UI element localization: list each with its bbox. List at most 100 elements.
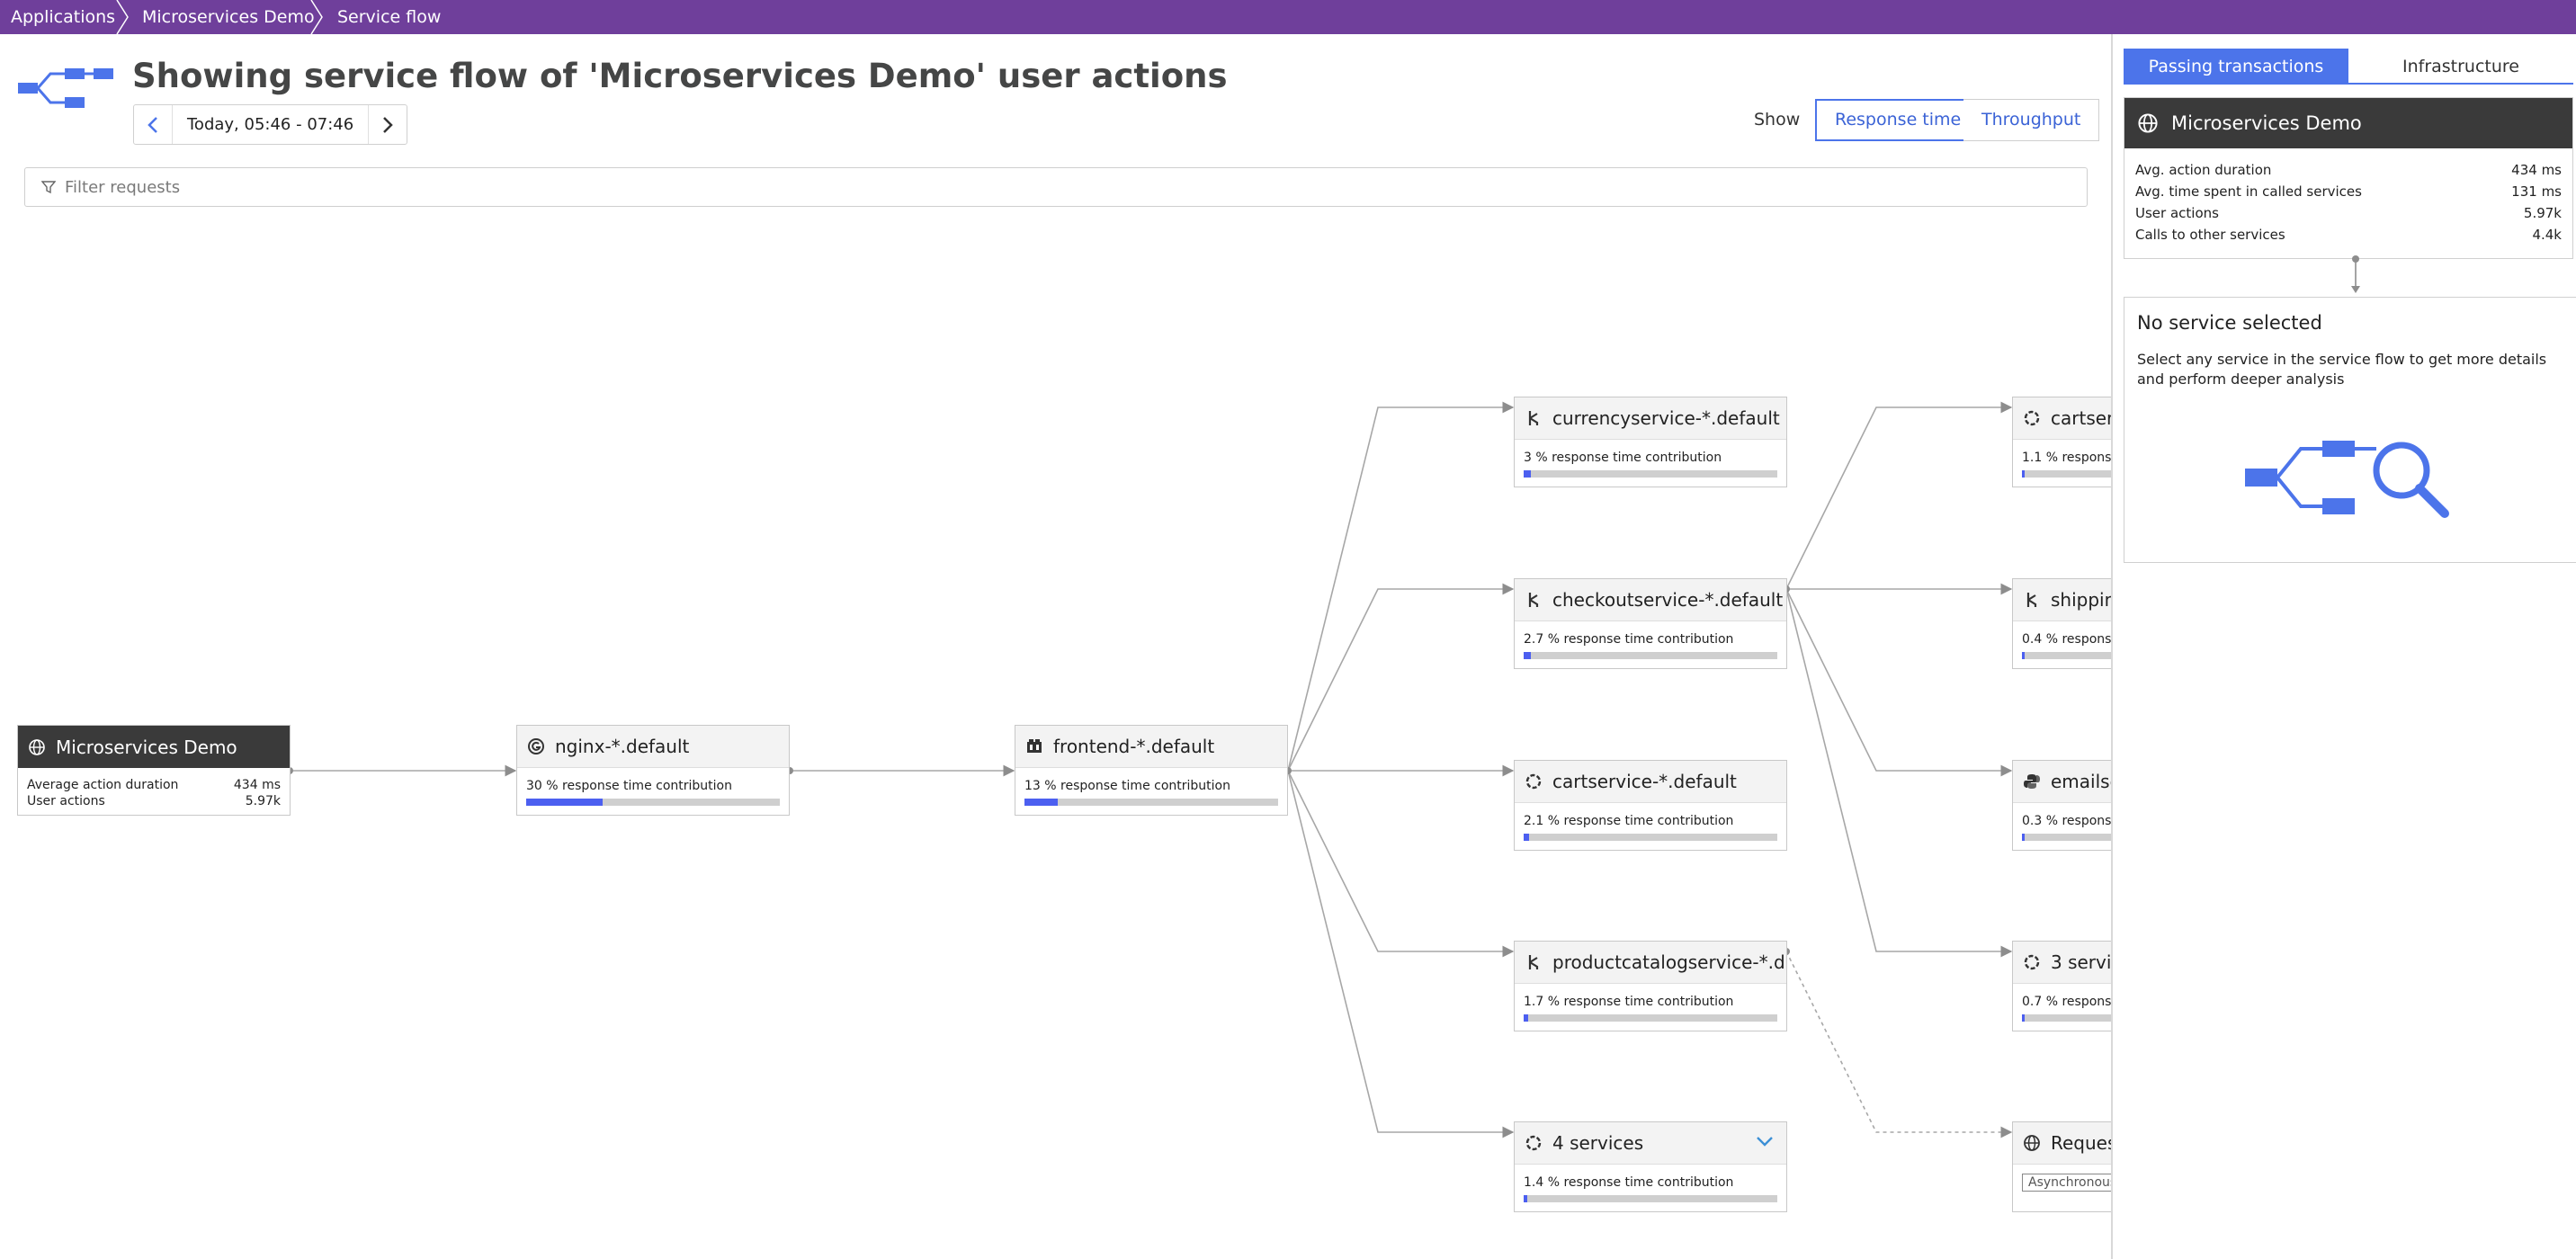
- service-node-emailservice[interactable]: emailser 0.3 % response time contributio…: [2012, 760, 2111, 851]
- contribution-bar-fill: [1524, 834, 1529, 841]
- node-title: nginx-*.default: [555, 736, 690, 757]
- chevron-separator-icon: [116, 0, 129, 34]
- contribution-bar: [2022, 1014, 2111, 1022]
- node-title: cartservice-*.default: [1552, 771, 1737, 792]
- service-search-illustration-icon: [2245, 441, 2449, 518]
- contribution-bar-fill: [1524, 1195, 1527, 1202]
- globe-icon: [2137, 112, 2159, 134]
- contribution-text: 0.7 % response time contribution: [2022, 995, 2111, 1009]
- stat-label: Average action duration: [27, 778, 179, 792]
- sidebar-tabs: Passing transactions Infrastructure: [2124, 49, 2573, 85]
- contribution-bar-fill: [1524, 470, 1532, 478]
- contribution-text: 1.1 % response time contribution: [2022, 451, 2111, 465]
- nodejs-icon: [1524, 590, 1543, 610]
- contribution-bar: [1524, 470, 1777, 478]
- contribution-text: 30 % response time contribution: [526, 779, 732, 793]
- contribution-bar-fill: [2022, 834, 2025, 841]
- contribution-bar-fill: [2022, 1014, 2025, 1022]
- edge-frontend-productcatalog: [1287, 770, 1515, 958]
- contribution-text: 1.7 % response time contribution: [1524, 995, 1734, 1009]
- service-node-4-services[interactable]: 4 services 1.4 % response time contribut…: [1514, 1121, 1787, 1212]
- contribution-bar: [1524, 652, 1777, 659]
- contribution-bar: [1524, 1014, 1777, 1022]
- details-sidebar: Passing transactions Infrastructure Micr…: [2111, 34, 2576, 1259]
- container-icon: [1024, 737, 1044, 756]
- stat-value: 4.4k: [2532, 227, 2562, 243]
- globe-icon: [27, 737, 47, 757]
- asynchronous-badge: Asynchronous: [2022, 1174, 2111, 1192]
- dotnet-icon: [2022, 952, 2042, 972]
- node-title: 3 service: [2051, 951, 2111, 973]
- dotnet-icon: [2022, 408, 2042, 428]
- contribution-bar-fill: [526, 799, 603, 806]
- breadcrumb: Applications Microservices Demo Service …: [0, 0, 2576, 34]
- tab-passing-transactions[interactable]: Passing transactions: [2124, 49, 2348, 85]
- service-node-frontend[interactable]: frontend-*.default 13 % response time co…: [1015, 725, 1288, 816]
- contribution-bar: [1024, 799, 1278, 806]
- no-service-description: Select any service in the service flow t…: [2137, 351, 2547, 388]
- edge-productcatalog-requests: [1785, 951, 2013, 1138]
- dotnet-icon: [1524, 1133, 1543, 1153]
- stat-label: Avg. action duration: [2135, 162, 2272, 178]
- contribution-text: 2.1 % response time contribution: [1524, 814, 1734, 828]
- globe-icon: [2022, 1133, 2042, 1153]
- connector-arrow-icon: [2351, 255, 2360, 293]
- service-node-productcatalogservice[interactable]: productcatalogservice-*.d... 1.7 % respo…: [1514, 941, 1787, 1031]
- edge-checkout-cartserv: [1785, 401, 2013, 590]
- breadcrumb-microservices-demo[interactable]: Microservices Demo: [142, 0, 315, 34]
- dotnet-icon: [1524, 772, 1543, 791]
- service-node-3-services[interactable]: 3 service 0.7 % response time contributi…: [2012, 941, 2111, 1031]
- breadcrumb-service-flow[interactable]: Service flow: [337, 0, 441, 34]
- stat-label: Calls to other services: [2135, 227, 2285, 243]
- node-title: cartserv: [2051, 407, 2111, 429]
- service-node-currencyservice[interactable]: currencyservice-*.default 3 % response t…: [1514, 397, 1787, 487]
- node-title: Request: [2051, 1132, 2111, 1154]
- service-node-shipping[interactable]: shipping 0.4 % response time contributio…: [2012, 578, 2111, 669]
- service-node-requests[interactable]: Request Asynchronous: [2012, 1121, 2111, 1212]
- contribution-text: 0.4 % response time contribution: [2022, 632, 2111, 647]
- stat-value: 434 ms: [233, 778, 281, 792]
- contribution-bar: [1524, 834, 1777, 841]
- service-node-cartservice[interactable]: cartservice-*.default 2.1 % response tim…: [1514, 760, 1787, 851]
- edge-frontend-checkout: [1287, 583, 1515, 772]
- nodejs-icon: [1524, 408, 1543, 428]
- contribution-bar-fill: [2022, 470, 2026, 478]
- tab-infrastructure[interactable]: Infrastructure: [2348, 49, 2573, 85]
- contribution-bar-fill: [2022, 652, 2025, 659]
- no-service-title: No service selected: [2137, 312, 2322, 334]
- stat-label: User actions: [2135, 205, 2219, 221]
- contribution-text: 1.4 % response time contribution: [1524, 1175, 1734, 1190]
- node-title: shipping: [2051, 589, 2111, 611]
- stat-label: User actions: [27, 794, 105, 808]
- chevron-separator-icon: [310, 0, 323, 34]
- contribution-bar: [526, 799, 780, 806]
- contribution-text: 2.7 % response time contribution: [1524, 632, 1734, 647]
- stat-value: 5.97k: [245, 794, 281, 808]
- contribution-bar-fill: [1524, 1014, 1528, 1022]
- nginx-icon: [526, 737, 546, 756]
- contribution-bar-fill: [1024, 799, 1058, 806]
- contribution-text: 13 % response time contribution: [1024, 779, 1230, 793]
- node-title: checkoutservice-*.default: [1552, 589, 1784, 611]
- chevron-down-icon[interactable]: [1756, 1135, 1774, 1147]
- stat-value: 131 ms: [2511, 183, 2562, 200]
- service-flow-main: Showing service flow of 'Microservices D…: [0, 34, 2111, 1259]
- breadcrumb-applications[interactable]: Applications: [11, 0, 115, 34]
- stat-value: 5.97k: [2523, 205, 2562, 221]
- node-title: productcatalogservice-*.d...: [1552, 951, 1786, 973]
- service-node-checkoutservice[interactable]: checkoutservice-*.default 2.7 % response…: [1514, 578, 1787, 669]
- node-title: 4 services: [1552, 1132, 1644, 1154]
- application-node-microservices-demo[interactable]: Microservices Demo Average action durati…: [17, 725, 291, 816]
- service-node-nginx[interactable]: nginx-*.default 30 % response time contr…: [516, 725, 790, 816]
- edge-checkout-email: [1785, 588, 2013, 777]
- stat-label: Avg. time spent in called services: [2135, 183, 2362, 200]
- flow-edges: [286, 401, 2013, 1138]
- node-title: Microservices Demo: [56, 736, 237, 758]
- node-title: frontend-*.default: [1053, 736, 1215, 757]
- no-service-selected-card: No service selected Select any service i…: [2124, 297, 2576, 563]
- card-title: Microservices Demo: [2171, 112, 2362, 134]
- node-title: currencyservice-*.default: [1552, 407, 1780, 429]
- python-icon: [2022, 772, 2042, 791]
- service-node-cartserv[interactable]: cartserv 1.1 % response time contributio…: [2012, 397, 2111, 487]
- node-title: emailser: [2051, 771, 2111, 792]
